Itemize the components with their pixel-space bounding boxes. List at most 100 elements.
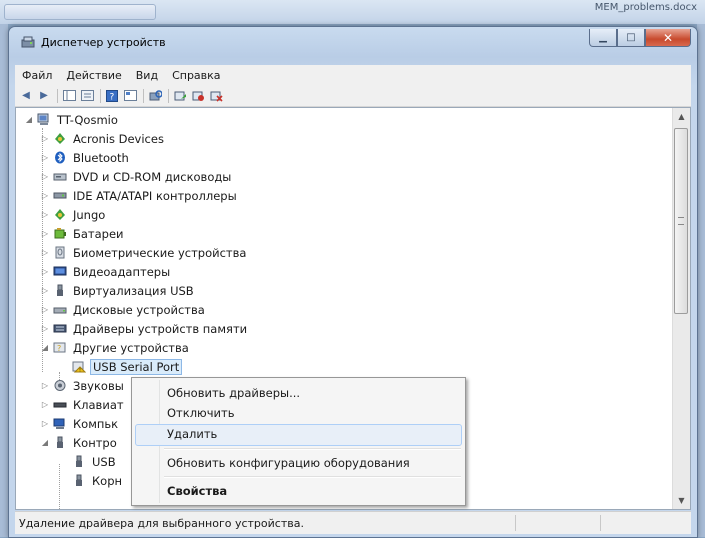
expand-arrow-icon[interactable]: ▷ — [40, 191, 50, 200]
menu-item-scan-hardware[interactable]: Обновить конфигурацию оборудования — [167, 456, 410, 470]
update-driver-icon[interactable] — [173, 89, 187, 102]
tree-item-label: Видеоадаптеры — [73, 264, 171, 279]
tree-item-label: Контро — [73, 435, 117, 450]
menu-help[interactable]: Справка — [165, 69, 227, 82]
minimize-button[interactable]: ▁ — [589, 29, 617, 47]
toolbar-separator — [100, 88, 101, 103]
status-divider — [600, 515, 601, 531]
tree-item-acronis[interactable]: ▷ Acronis Devices — [40, 129, 166, 148]
background-right-edge — [697, 24, 705, 537]
show-hide-tree-icon[interactable] — [62, 89, 76, 102]
scan-hardware-icon[interactable] — [148, 89, 162, 102]
expand-arrow-icon[interactable]: ▷ — [40, 381, 50, 390]
tree-item-display-adapters[interactable]: ▷ Видеоадаптеры — [40, 262, 172, 281]
tree-item-biometric[interactable]: ▷ Биометрические устройства — [40, 243, 248, 262]
tree-item-computer[interactable]: ▷ Компьк — [40, 414, 120, 433]
tree-item-batteries[interactable]: ▷ Батареи — [40, 224, 126, 243]
vertical-scrollbar[interactable]: ▲ ▼ — [672, 108, 690, 509]
properties-icon[interactable] — [80, 89, 94, 102]
usb-icon — [76, 455, 82, 467]
scrollbar-grip — [678, 217, 684, 225]
acronis-icon — [55, 133, 65, 144]
device-manager-icon — [21, 36, 35, 48]
back-icon[interactable]: ◀ — [19, 89, 33, 102]
forward-icon[interactable]: ▶ — [37, 89, 51, 102]
toolbar: ◀ ▶ ? — [15, 85, 691, 107]
scroll-up-arrow-icon[interactable]: ▲ — [673, 108, 690, 125]
expand-arrow-icon[interactable]: ▷ — [40, 286, 50, 295]
expand-arrow-icon[interactable]: ▷ — [40, 400, 50, 409]
disable-icon[interactable] — [191, 89, 205, 102]
tree-item-usb-root-hub[interactable]: Корн — [72, 471, 124, 490]
expand-arrow-icon[interactable]: ▷ — [40, 134, 50, 143]
biometric-icon — [55, 246, 65, 259]
menu-file[interactable]: Файл — [15, 69, 59, 82]
tree-item-jungo[interactable]: ▷ Jungo — [40, 205, 107, 224]
tree-item-sound[interactable]: ▷ Звуковы — [40, 376, 126, 395]
expand-arrow-icon[interactable]: ▷ — [40, 324, 50, 333]
context-menu-separator — [164, 476, 461, 478]
tree-item-ide[interactable]: ▷ IDE ATA/ATAPI контроллеры — [40, 186, 239, 205]
tree-item-label: Bluetooth — [73, 150, 129, 165]
tree-item-label: Драйверы устройств памяти — [73, 321, 248, 336]
help-icon[interactable]: ? — [105, 89, 119, 102]
expand-arrow-icon[interactable]: ▷ — [40, 419, 50, 428]
collapse-arrow-icon[interactable]: ◢ — [24, 115, 34, 124]
tree-item-label: Биометрические устройства — [73, 245, 247, 260]
display-adapter-icon — [53, 266, 67, 276]
close-button[interactable]: ✕ — [645, 29, 691, 47]
tree-item-label: IDE ATA/ATAPI контроллеры — [73, 188, 237, 203]
view-icon[interactable] — [123, 89, 137, 102]
memory-driver-icon — [53, 324, 67, 333]
jungo-icon — [55, 209, 65, 220]
menu-item-update-drivers[interactable]: Обновить драйверы... — [167, 386, 300, 400]
menu-view[interactable]: Вид — [129, 69, 165, 82]
tree-item-label: Корн — [92, 473, 123, 488]
tree-root[interactable]: ◢ TT-Qosmio — [24, 110, 120, 129]
tree-item-memory-drivers[interactable]: ▷ Драйверы устройств памяти — [40, 319, 249, 338]
expand-arrow-icon[interactable]: ▷ — [40, 229, 50, 238]
tree-item-label: USB — [92, 454, 116, 469]
collapse-arrow-icon[interactable]: ◢ — [40, 343, 50, 352]
tree-item-usb-serial-port[interactable]: ! USB Serial Port — [72, 357, 183, 376]
scroll-down-arrow-icon[interactable]: ▼ — [673, 492, 690, 509]
expand-arrow-icon[interactable]: ▷ — [40, 267, 50, 276]
expand-arrow-icon[interactable]: ▷ — [40, 172, 50, 181]
collapse-arrow-icon[interactable]: ◢ — [40, 438, 50, 447]
expand-arrow-icon[interactable]: ▷ — [40, 210, 50, 219]
status-bar: Удаление драйвера для выбранного устройс… — [15, 511, 691, 534]
uninstall-icon[interactable] — [209, 89, 223, 102]
menu-bar: Файл Действие Вид Справка — [15, 65, 691, 85]
tree-item-label: USB Serial Port — [90, 358, 183, 375]
expand-arrow-icon[interactable]: ▷ — [40, 305, 50, 314]
battery-icon — [54, 228, 66, 239]
bluetooth-icon — [55, 151, 65, 164]
toolbar-separator — [143, 88, 144, 103]
title-bar[interactable]: Диспетчер устройств ▁ □ ✕ — [9, 27, 697, 55]
tree-item-dvd[interactable]: ▷ DVD и CD-ROM дисководы — [40, 167, 233, 186]
expand-arrow-icon[interactable]: ▷ — [40, 153, 50, 162]
tree-item-usb-controllers[interactable]: ◢ Контро — [40, 433, 119, 452]
scrollbar-thumb[interactable] — [674, 128, 688, 314]
background-word-titlebar: MEM_problems.docx — [0, 0, 705, 24]
ide-controller-icon — [53, 192, 67, 199]
menu-item-uninstall[interactable]: Удалить — [167, 427, 217, 441]
maximize-button[interactable]: □ — [617, 29, 645, 47]
expand-arrow-icon[interactable]: ▷ — [40, 248, 50, 257]
context-menu-separator — [164, 448, 461, 450]
tree-item-keyboards[interactable]: ▷ Клавиат — [40, 395, 126, 414]
menu-item-properties[interactable]: Свойства — [167, 484, 227, 498]
svg-text:?: ? — [57, 344, 61, 353]
tree-item-usb-child[interactable]: USB — [72, 452, 118, 471]
tree-item-bluetooth[interactable]: ▷ Bluetooth — [40, 148, 131, 167]
svg-text:!: ! — [79, 368, 81, 373]
menu-action[interactable]: Действие — [59, 69, 128, 82]
status-text: Удаление драйвера для выбранного устройс… — [19, 516, 304, 530]
menu-item-disable[interactable]: Отключить — [167, 406, 234, 420]
sound-icon — [54, 380, 66, 391]
tree-item-disk-drives[interactable]: ▷ Дисковые устройства — [40, 300, 207, 319]
tree-item-label: Acronis Devices — [73, 131, 164, 146]
tree-item-usb-virtualization[interactable]: ▷ Виртуализация USB — [40, 281, 196, 300]
tree-item-other-devices[interactable]: ◢ ? Другие устройства — [40, 338, 191, 357]
tree-item-label: Компьк — [73, 416, 119, 431]
